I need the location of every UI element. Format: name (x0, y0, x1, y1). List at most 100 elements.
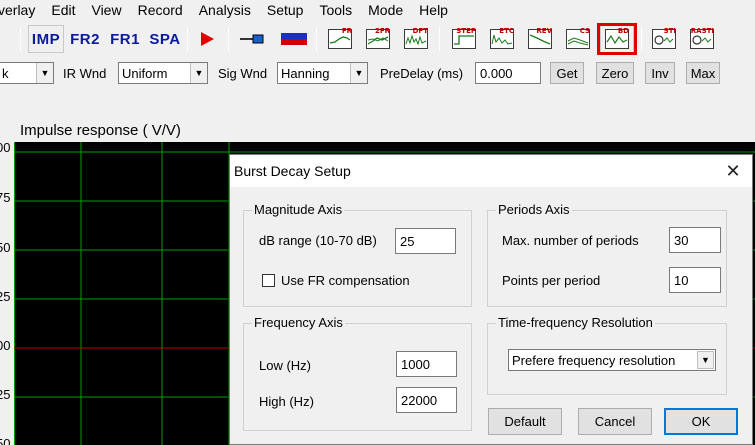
plot-title: Impulse response ( V/V) (20, 122, 181, 139)
burst-decay-setup-dialog: Burst Decay Setup ✕ Magnitude Axis dB ra… (229, 154, 753, 445)
chevron-down-icon[interactable]: ▼ (350, 63, 367, 83)
default-button[interactable]: Default (488, 408, 562, 435)
generator-button[interactable] (276, 25, 312, 53)
chevron-down-icon[interactable]: ▼ (697, 351, 714, 369)
ir-window-select[interactable]: Uniform ▼ (118, 62, 208, 84)
zero-button-label: Zero (601, 65, 629, 81)
y-tick-label: 50 (0, 436, 11, 445)
menu-view[interactable]: View (83, 0, 129, 20)
scale-select[interactable]: k ▼ (0, 62, 54, 84)
scale-select-value: k (2, 65, 9, 81)
menu-analysis[interactable]: Analysis (191, 0, 259, 20)
y-tick-label: 75 (0, 190, 11, 205)
default-button-label: Default (504, 414, 546, 429)
inv-button[interactable]: Inv (645, 62, 675, 84)
frequency-axis-group: Frequency Axis Low (Hz) 1000 High (Hz) 2… (243, 315, 472, 431)
burst-decay-highlight (597, 23, 637, 55)
dft-graph-icon: DFT (403, 27, 429, 50)
points-per-period-input[interactable]: 10 (669, 267, 721, 293)
menu-bar: verlay Edit View Record Analysis Setup T… (0, 0, 755, 20)
ir-wnd-label: IR Wnd (63, 66, 107, 81)
close-icon[interactable]: ✕ (722, 160, 744, 182)
max-button[interactable]: Max (686, 62, 720, 84)
high-hz-label: High (Hz) (259, 394, 314, 409)
signal-window-select[interactable]: Hanning ▼ (277, 62, 368, 84)
magnitude-axis-title: Magnitude Axis (252, 202, 345, 218)
dft-graph-button[interactable]: DFT (398, 25, 434, 53)
rev-graph-icon: REV (527, 27, 553, 50)
dialog-title: Burst Decay Setup (234, 163, 351, 179)
cs-graph-button[interactable]: CS (560, 25, 596, 53)
high-hz-input[interactable]: 22000 (396, 387, 457, 413)
toolbar-clipped-button[interactable] (0, 25, 8, 53)
sti-button[interactable]: STI (646, 25, 682, 53)
fr-compensation-checkbox[interactable] (262, 274, 275, 287)
cancel-button-label: Cancel (594, 414, 636, 429)
toolbar-separator (316, 27, 317, 51)
toolbar-separator (228, 27, 229, 51)
generator-icon (281, 33, 307, 45)
predelay-input[interactable]: 0.000 (475, 62, 541, 84)
spa-mode-button[interactable]: SPA (146, 25, 184, 53)
dialog-title-bar: Burst Decay Setup ✕ (230, 155, 752, 187)
menu-help[interactable]: Help (411, 0, 456, 20)
menu-overlay[interactable]: verlay (0, 0, 43, 20)
db-range-label: dB range (10-70 dB) (259, 233, 377, 248)
two-fr-graph-icon: 2FR (365, 27, 391, 50)
fr-graph-icon: FR (327, 27, 353, 50)
points-per-period-value: 10 (674, 272, 689, 288)
db-range-input[interactable]: 25 (395, 228, 456, 254)
resolution-select[interactable]: Prefere frequency resolution ▼ (508, 349, 716, 371)
ok-button[interactable]: OK (664, 408, 738, 435)
step-graph-icon: STEP (451, 27, 477, 50)
get-button[interactable]: Get (550, 62, 584, 84)
menu-tools[interactable]: Tools (311, 0, 360, 20)
two-fr-graph-button[interactable]: 2FR (360, 25, 396, 53)
chevron-down-icon[interactable]: ▼ (190, 63, 207, 83)
frequency-axis-title: Frequency Axis (252, 315, 345, 331)
rasti-button[interactable]: RASTI (684, 25, 720, 53)
max-periods-label: Max. number of periods (502, 233, 639, 248)
low-hz-label: Low (Hz) (259, 358, 312, 373)
rasti-icon: RASTI (689, 27, 715, 50)
rev-graph-button[interactable]: REV (522, 25, 558, 53)
get-button-label: Get (556, 65, 578, 81)
etc-graph-button[interactable]: ETC (484, 25, 520, 53)
menu-setup[interactable]: Setup (259, 0, 312, 20)
menu-edit[interactable]: Edit (43, 0, 83, 20)
toolbar-separator (20, 27, 21, 51)
probe-button[interactable] (236, 25, 268, 53)
ir-window-value: Uniform (122, 65, 168, 81)
menu-record[interactable]: Record (130, 0, 191, 20)
fr2-mode-button[interactable]: FR2 (66, 25, 104, 53)
zero-button[interactable]: Zero (596, 62, 634, 84)
low-hz-input[interactable]: 1000 (396, 351, 457, 377)
fr-graph-button[interactable]: FR (322, 25, 358, 53)
toolbar-separator (187, 27, 188, 51)
max-periods-input[interactable]: 30 (669, 227, 721, 253)
probe-icon (240, 34, 264, 44)
fr1-label: FR1 (110, 30, 140, 48)
sig-wnd-label: Sig Wnd (218, 66, 268, 81)
cs-graph-icon: CS (565, 27, 591, 50)
cancel-button[interactable]: Cancel (578, 408, 652, 435)
toolbar-separator (439, 27, 440, 51)
inv-button-label: Inv (651, 65, 669, 81)
points-per-period-label: Points per period (502, 273, 601, 288)
y-tick-label: 00 (0, 338, 11, 353)
imp-mode-button[interactable]: IMP (28, 25, 64, 53)
spa-label: SPA (149, 30, 181, 48)
predelay-label: PreDelay (ms) (380, 66, 464, 81)
periods-axis-title: Periods Axis (496, 202, 572, 218)
chevron-down-icon[interactable]: ▼ (36, 63, 53, 83)
predelay-value: 0.000 (480, 65, 513, 81)
fr1-mode-button[interactable]: FR1 (106, 25, 144, 53)
y-tick-label: 00 (0, 140, 11, 155)
etc-graph-icon: ETC (489, 27, 515, 50)
y-tick-label: 50 (0, 240, 11, 255)
max-button-label: Max (690, 65, 716, 81)
step-graph-button[interactable]: STEP (446, 25, 482, 53)
sti-icon: STI (651, 27, 677, 50)
play-button[interactable] (193, 25, 221, 53)
menu-mode[interactable]: Mode (360, 0, 411, 20)
